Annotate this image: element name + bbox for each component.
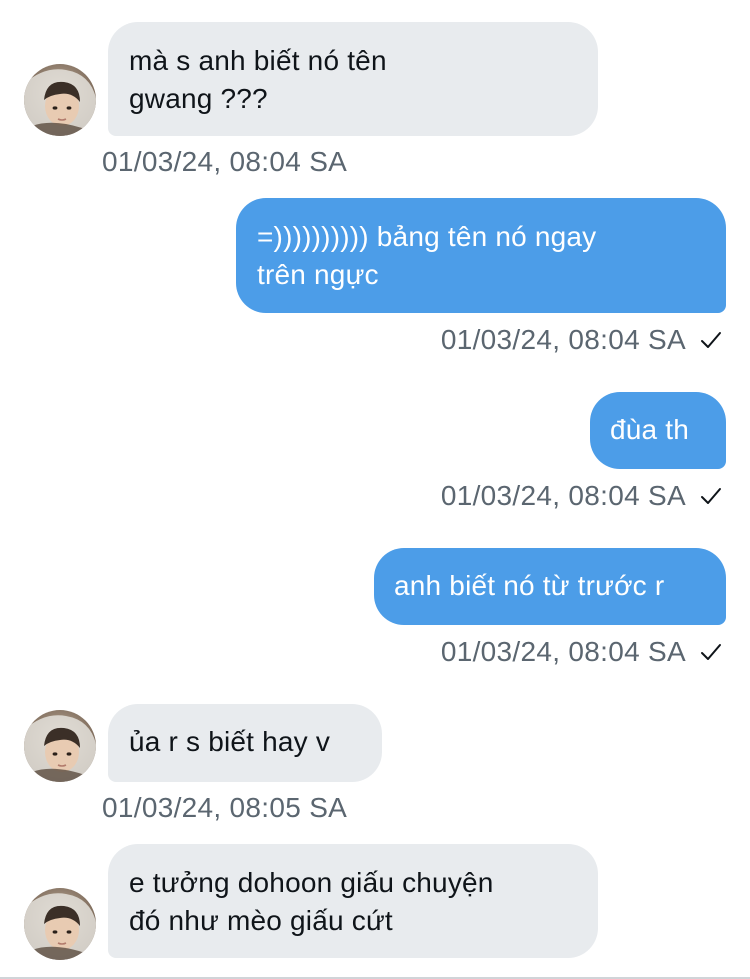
- message-text-line: mà s anh biết nó tên: [129, 45, 387, 76]
- message-timestamp: 01/03/24, 08:04 SA: [102, 146, 348, 177]
- message-text-line: ủa r s biết hay v: [129, 726, 331, 757]
- message-bubble-incoming[interactable]: mà s anh biết nó tên gwang ???: [108, 22, 598, 136]
- check-icon: [701, 488, 721, 504]
- sender-avatar[interactable]: [24, 710, 96, 782]
- message-meta: 01/03/24, 08:04 SA: [441, 480, 722, 512]
- check-icon: [701, 644, 721, 660]
- message-bubble-outgoing[interactable]: =)))))))))) bảng tên nó ngay trên ngực: [236, 198, 726, 313]
- message-text-line: đó như mèo giấu cứt: [129, 905, 393, 936]
- message-bubble-incoming[interactable]: ủa r s biết hay v: [108, 704, 382, 782]
- chat-thread: mà s anh biết nó tên gwang ??? 01/03/24,…: [0, 0, 750, 979]
- message-text-line: =)))))))))) bảng tên nó ngay: [257, 221, 597, 252]
- message-timestamp: 01/03/24, 08:04 SA: [440, 480, 686, 511]
- message-text-line: e tưởng dohoon giấu chuyện: [129, 867, 494, 898]
- sender-avatar[interactable]: [24, 64, 96, 136]
- message-text-line: gwang ???: [129, 83, 268, 114]
- message-bubble-outgoing[interactable]: anh biết nó từ trước r: [374, 548, 726, 625]
- message-text-line: đùa th: [610, 414, 690, 445]
- message-text-line: anh biết nó từ trước r: [394, 570, 665, 601]
- message-bubble-incoming[interactable]: e tưởng dohoon giấu chuyện đó như mèo gi…: [108, 844, 598, 958]
- sender-avatar[interactable]: [24, 888, 96, 960]
- message-timestamp: 01/03/24, 08:05 SA: [102, 792, 348, 823]
- check-icon: [701, 332, 721, 348]
- message-bubble-outgoing[interactable]: đùa th: [590, 392, 726, 469]
- message-meta: 01/03/24, 08:04 SA: [441, 324, 722, 356]
- message-text-line: trên ngực: [257, 259, 379, 290]
- message-timestamp: 01/03/24, 08:04 SA: [440, 636, 686, 667]
- message-timestamp: 01/03/24, 08:04 SA: [440, 324, 686, 355]
- message-meta: 01/03/24, 08:04 SA: [441, 636, 722, 668]
